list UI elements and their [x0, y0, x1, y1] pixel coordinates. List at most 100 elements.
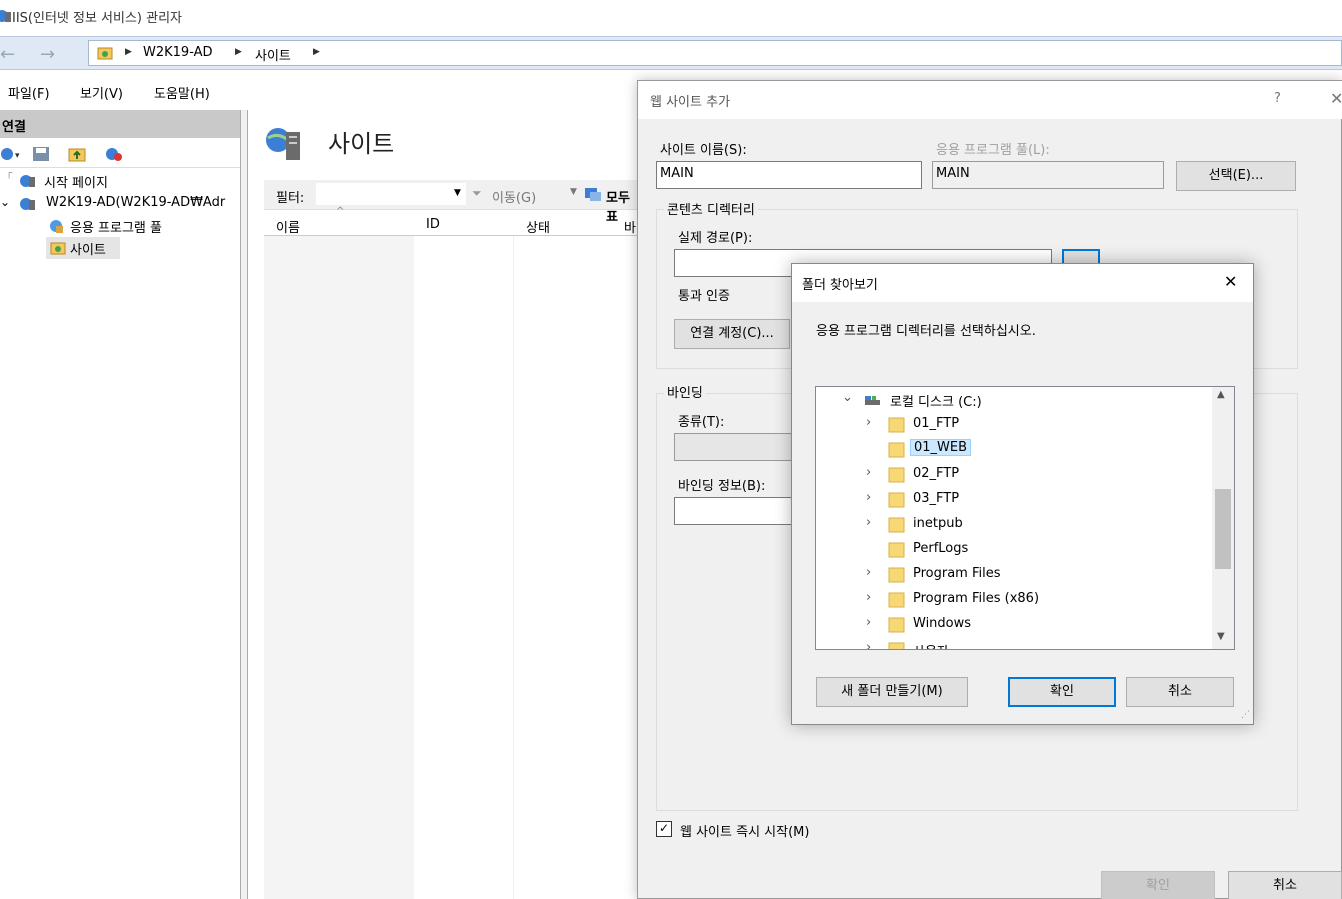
folder-item[interactable]: 01_WEB: [816, 437, 1212, 462]
breadcrumb-server[interactable]: W2K19-AD: [143, 45, 213, 60]
connections-header: 연결: [0, 110, 240, 138]
expanded-chevron-icon[interactable]: ⌄: [842, 390, 853, 405]
close-icon[interactable]: ✕: [1330, 89, 1342, 108]
filter-dropdown-icon[interactable]: ▼: [454, 188, 461, 198]
breadcrumb[interactable]: ▶ W2K19-AD ▶ 사이트 ▶: [88, 40, 1342, 66]
folder-tree[interactable]: ⌄ 로컬 디스크 (C:) › 01_FTP 01_WEB › 02_FTP › 03_FT…: [815, 386, 1235, 650]
back-arrow-icon[interactable]: ←: [0, 44, 15, 65]
physical-path-label: 실제 경로(P):: [678, 231, 753, 246]
folder-icon: [888, 542, 905, 558]
folder-icon: [888, 617, 905, 633]
app-title: IIS(인터넷 정보 서비스) 관리자: [12, 11, 183, 26]
disconnect-icon[interactable]: [104, 146, 124, 162]
folder-label: 로컬 디스크 (C:): [890, 395, 982, 410]
expand-chevron-icon[interactable]: ›: [866, 415, 871, 430]
breadcrumb-sites[interactable]: 사이트: [255, 45, 291, 64]
expand-chevron-icon[interactable]: ›: [866, 490, 871, 505]
expand-chevron-icon[interactable]: ›: [866, 465, 871, 480]
folder-label: 03_FTP: [913, 491, 960, 506]
folder-root-drive[interactable]: ⌄ 로컬 디스크 (C:): [816, 387, 1212, 412]
expand-chevron-icon[interactable]: ›: [866, 590, 871, 605]
vertical-scrollbar[interactable]: ▲ ▼: [1212, 387, 1234, 649]
ok-button[interactable]: 확인: [1101, 871, 1215, 899]
column-shade: [264, 236, 414, 899]
tree-item-label: 시작 페이지: [44, 176, 108, 191]
column-name[interactable]: 이름: [276, 217, 300, 236]
svg-text:▾: ▾: [15, 151, 20, 161]
filter-input[interactable]: [316, 183, 466, 205]
column-id[interactable]: ID: [426, 217, 440, 232]
folder-icon: [888, 567, 905, 583]
pass-through-label: 통과 인증: [678, 289, 730, 304]
tree-item-app-pools[interactable]: 응용 프로그램 풀: [0, 215, 240, 237]
browse-folder-dialog: 폴더 찾아보기 ✕ 응용 프로그램 디렉터리를 선택하십시오. ⌄ 로컬 디스크…: [791, 263, 1254, 725]
folder-item[interactable]: › 03_FTP: [816, 487, 1212, 512]
column-status[interactable]: 상태: [526, 217, 550, 236]
dialog-title: 웹 사이트 추가: [650, 95, 731, 110]
breadcrumb-arrow-icon: ▶: [313, 47, 320, 57]
type-label: 종류(T):: [678, 415, 725, 430]
folder-item[interactable]: › 02_FTP: [816, 462, 1212, 487]
up-folder-icon[interactable]: [68, 146, 86, 162]
column-binding[interactable]: 바: [624, 217, 636, 236]
app-pool-label: 응용 프로그램 풀(L):: [936, 143, 1050, 158]
tree-item-label: 응용 프로그램 풀: [70, 221, 162, 236]
folder-label: 01_FTP: [913, 416, 960, 431]
select-app-pool-button[interactable]: 선택(E)...: [1176, 161, 1296, 191]
address-bar: ← → ▶ W2K19-AD ▶ 사이트 ▶: [0, 36, 1342, 70]
expand-chevron-icon[interactable]: ›: [866, 515, 871, 530]
folder-item[interactable]: › Program Files (x86): [816, 587, 1212, 612]
sites-grid-header: 이름 ^ ID 상태 바: [264, 206, 638, 236]
folder-item[interactable]: › inetpub: [816, 512, 1212, 537]
folder-item[interactable]: › Windows: [816, 612, 1212, 637]
start-immediately-checkbox[interactable]: ✓: [656, 821, 672, 837]
tree-item-label: 사이트: [70, 243, 106, 258]
site-name-input[interactable]: MAIN: [656, 161, 922, 189]
menu-help[interactable]: 도움말(H): [154, 83, 210, 102]
folder-item[interactable]: › 01_FTP: [816, 412, 1212, 437]
browse-ok-button[interactable]: 확인: [1008, 677, 1116, 707]
tree-item-server[interactable]: ⌄ W2K19-AD(W2K19-AD₩Adr: [0, 193, 240, 215]
breadcrumb-arrow-icon: ▶: [125, 47, 132, 57]
folder-label: PerfLogs: [913, 541, 969, 556]
pane-splitter[interactable]: [240, 110, 248, 899]
browse-cancel-button[interactable]: 취소: [1126, 677, 1234, 707]
connect-as-button[interactable]: 연결 계정(C)...: [674, 319, 790, 349]
go-dropdown-icon[interactable]: ▼: [570, 187, 577, 197]
connections-title: 연결: [2, 120, 26, 135]
tree-item-start-page[interactable]: ┌ 시작 페이지: [0, 168, 240, 192]
tree-item-sites[interactable]: 사이트: [0, 237, 240, 259]
go-button[interactable]: 이동(G): [492, 187, 536, 206]
resize-grip-icon[interactable]: ⋰: [1241, 710, 1250, 720]
scroll-up-icon[interactable]: ▲: [1217, 389, 1225, 400]
collapse-chevron-icon[interactable]: ⌄: [0, 195, 10, 209]
folder-item[interactable]: › 사용자: [816, 637, 1212, 649]
site-folder-icon: [97, 47, 113, 60]
browse-description: 응용 프로그램 디렉터리를 선택하십시오.: [816, 324, 1036, 339]
new-folder-button[interactable]: 새 폴더 만들기(M): [816, 677, 968, 707]
folder-item[interactable]: PerfLogs: [816, 537, 1212, 562]
expand-chevron-icon[interactable]: ›: [866, 565, 871, 580]
app-pool-icon: [50, 220, 63, 233]
app-titlebar: IIS(인터넷 정보 서비스) 관리자: [0, 0, 1342, 32]
menu-view[interactable]: 보기(V): [80, 83, 123, 102]
folder-item[interactable]: › Program Files: [816, 562, 1212, 587]
forward-arrow-icon[interactable]: →: [40, 44, 55, 65]
content-directory-title: 콘텐츠 디렉터리: [664, 199, 758, 218]
help-icon[interactable]: ?: [1274, 91, 1281, 106]
cancel-button[interactable]: 취소: [1228, 871, 1342, 899]
folder-label: 02_FTP: [913, 466, 960, 481]
tree-item-label: W2K19-AD(W2K19-AD₩Adr: [46, 195, 226, 210]
scroll-thumb[interactable]: [1215, 489, 1231, 569]
connect-icon[interactable]: ▾: [0, 146, 28, 162]
close-icon[interactable]: ✕: [1224, 272, 1237, 291]
expand-chevron-icon[interactable]: ›: [866, 640, 871, 649]
start-page-icon: [20, 175, 35, 187]
dialog-titlebar: 웹 사이트 추가 ? ✕: [638, 81, 1342, 119]
menu-file[interactable]: 파일(F): [8, 83, 50, 102]
save-icon[interactable]: [32, 146, 50, 162]
server-icon: [20, 198, 35, 210]
iis-icon: [0, 10, 11, 22]
scroll-down-icon[interactable]: ▼: [1217, 631, 1225, 642]
expand-chevron-icon[interactable]: ›: [866, 615, 871, 630]
